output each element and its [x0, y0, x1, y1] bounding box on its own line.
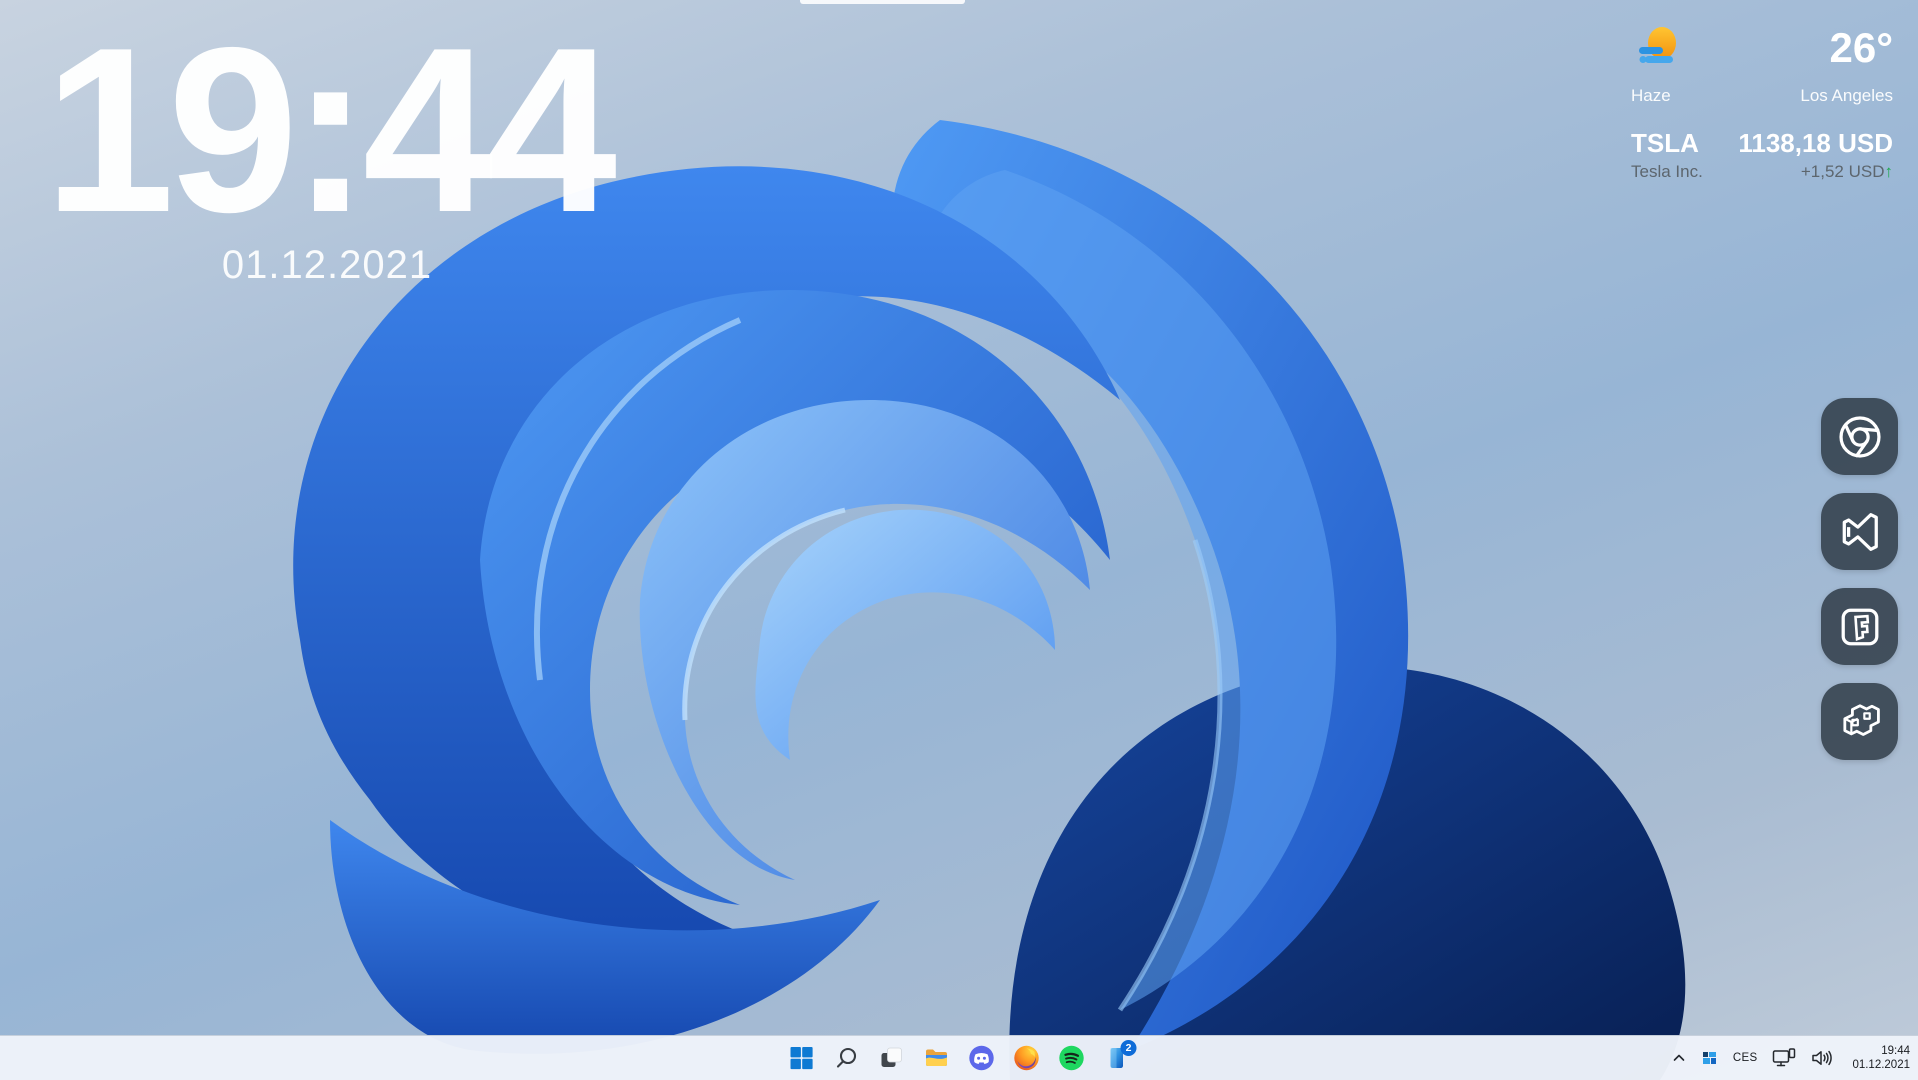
windows-start-icon: [789, 1045, 815, 1071]
clock-time: 19:44: [44, 0, 617, 261]
display-device-icon[interactable]: [1772, 1048, 1796, 1068]
stock-symbol: TSLA: [1631, 128, 1699, 158]
tray-date: 01.12.2021: [1852, 1059, 1910, 1071]
dock-item-fortnite[interactable]: [1821, 588, 1898, 665]
desktop: 19:44 01.12.2021 26° Haze Los Angeles TS…: [0, 0, 1918, 1080]
sun-haze-icon: [1631, 20, 1708, 76]
stock-price: 1138,18 USD: [1738, 128, 1893, 158]
discord-icon: [969, 1045, 995, 1071]
stock-company: Tesla Inc.: [1631, 162, 1703, 181]
file-explorer-button[interactable]: [924, 1045, 950, 1071]
firefox-button[interactable]: [1014, 1045, 1040, 1071]
file-explorer-icon: [924, 1045, 950, 1071]
hidden-icons-chevron-button[interactable]: [1671, 1050, 1687, 1066]
stock-change-value: +1,52 USD: [1800, 162, 1885, 181]
task-view-icon: [879, 1045, 905, 1071]
discord-button[interactable]: [969, 1045, 995, 1071]
weather-stock-widget[interactable]: 26° Haze Los Angeles TSLA 1138,18 USD Te…: [1631, 20, 1893, 182]
search-icon: [834, 1045, 860, 1071]
start-button[interactable]: [789, 1045, 815, 1071]
taskbar: 2 CES 19:44 01.12.2021: [0, 1035, 1918, 1080]
spotify-icon: [1059, 1045, 1085, 1071]
system-tray: CES 19:44 01.12.2021: [1671, 1036, 1910, 1080]
visual-studio-icon: [1834, 506, 1886, 558]
weather-city: Los Angeles: [1800, 86, 1893, 105]
notification-badge: 2: [1120, 1040, 1137, 1056]
dock: [1821, 398, 1898, 760]
chrome-icon: [1834, 411, 1886, 463]
fortnite-icon: [1834, 601, 1886, 653]
temperature: 26°: [1829, 24, 1893, 71]
clock-widget[interactable]: 19:44 01.12.2021: [44, 0, 617, 288]
taskbar-center: 2: [789, 1036, 1137, 1080]
dock-item-blocky-3d-app[interactable]: [1821, 683, 1898, 760]
language-indicator[interactable]: CES: [1733, 1052, 1758, 1064]
dock-item-visual-studio[interactable]: [1821, 493, 1898, 570]
stock-up-arrow-icon: ↑: [1884, 162, 1894, 181]
blocky-3d-app-icon: [1834, 696, 1886, 748]
tray-app-tiles-icon[interactable]: [1702, 1050, 1718, 1066]
tray-clock[interactable]: 19:44 01.12.2021: [1852, 1044, 1910, 1072]
phone-link-button[interactable]: 2: [1104, 1040, 1137, 1071]
tray-time: 19:44: [1881, 1045, 1910, 1057]
weather-condition: Haze: [1631, 86, 1671, 105]
firefox-icon: [1014, 1045, 1040, 1071]
volume-icon[interactable]: [1811, 1049, 1833, 1067]
stock-change: +1,52 USD↑: [1801, 162, 1893, 182]
spotify-button[interactable]: [1059, 1045, 1085, 1071]
search-button[interactable]: [834, 1045, 860, 1071]
dock-item-chrome[interactable]: [1821, 398, 1898, 475]
top-edge-window-sliver[interactable]: [800, 0, 965, 4]
task-view-button[interactable]: [879, 1045, 905, 1071]
